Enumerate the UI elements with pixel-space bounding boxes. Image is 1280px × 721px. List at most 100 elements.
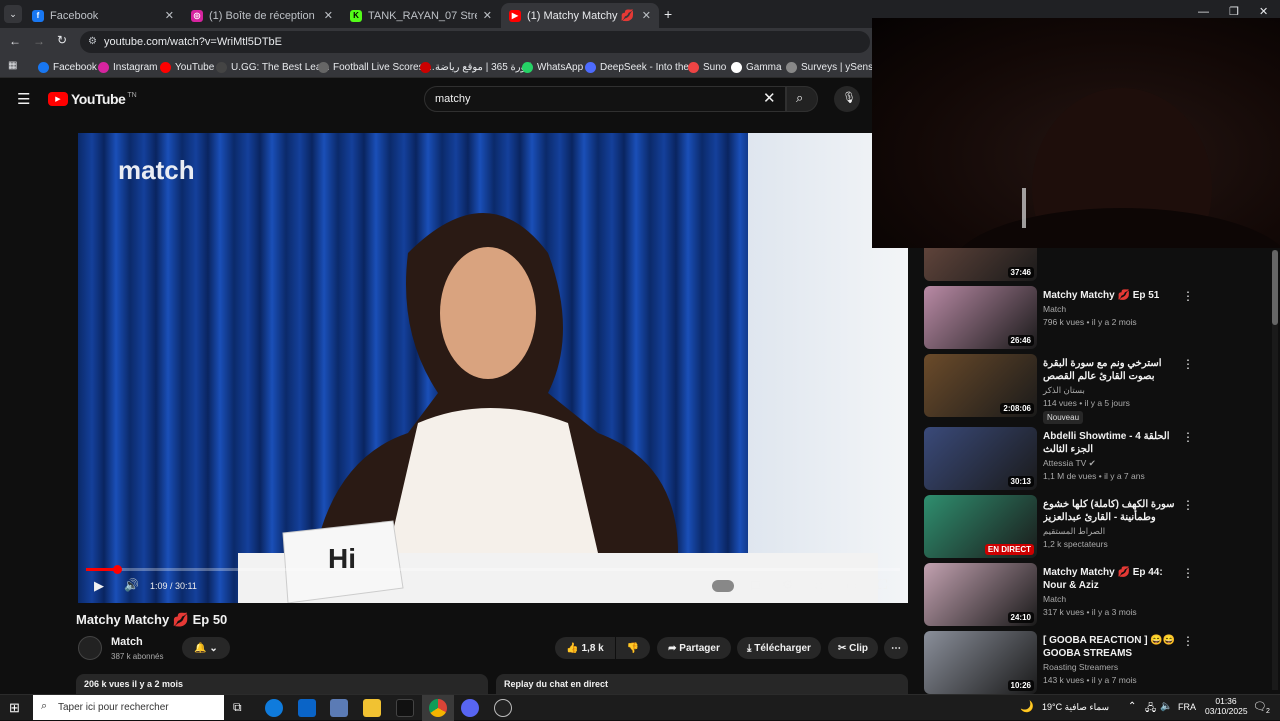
recommendation-item[interactable]: 24:10 Matchy Matchy 💋 Ep 44: Nour & Aziz M… — [924, 563, 1269, 629]
bookmark-facebook[interactable]: Facebook — [38, 59, 97, 75]
weather-text[interactable]: 19°C سماء صافية — [1042, 702, 1109, 713]
address-bar[interactable]: ⚙ youtube.com/watch?v=WriMtl5DTbE — [80, 31, 870, 53]
like-button[interactable]: 👍 1,8 k — [555, 637, 615, 659]
progress-scrubber[interactable] — [112, 565, 122, 574]
video-thumbnail[interactable]: 10:26 — [924, 631, 1037, 694]
more-options-icon[interactable]: ⋮ — [1182, 634, 1194, 648]
description-box[interactable]: 206 k vues il y a 2 mois — [76, 674, 488, 694]
recommendation-item[interactable]: 30:13 Abdelli Showtime - الحلقة 4 الجزء ا… — [924, 427, 1269, 493]
recommendation-channel[interactable]: Roasting Streamers — [1043, 661, 1118, 674]
chat-replay-box[interactable]: Replay du chat en direct — [496, 674, 908, 694]
more-options-icon[interactable]: ⋮ — [1182, 289, 1194, 303]
subscribe-bell-button[interactable]: 🔔 ⌄ — [182, 637, 230, 659]
bookmark-deepseek[interactable]: DeepSeek - Into the... — [585, 59, 697, 75]
chrome-taskbar-button[interactable] — [422, 695, 454, 721]
clip-button[interactable]: ✂ Clip — [828, 637, 878, 659]
tab-youtube-active[interactable]: ▶ (1) Matchy Matchy 💋 Ep 50 - ✕ — [501, 3, 659, 28]
speaker-icon[interactable]: 🔈 — [1160, 701, 1172, 712]
windows-start-icon[interactable]: ⊞ — [9, 700, 20, 716]
bookmark-suno[interactable]: Suno — [688, 59, 726, 75]
bookmark-whatsapp[interactable]: WhatsApp — [522, 59, 583, 75]
bookmark-ysense[interactable]: Surveys | ySense — [786, 59, 879, 75]
file-explorer-icon[interactable] — [363, 699, 381, 717]
download-button[interactable]: ⤓ Télécharger — [737, 637, 821, 659]
bookmark-football[interactable]: Football Live Scores,... — [318, 59, 435, 75]
tray-chevron-icon[interactable]: ⌃ — [1128, 701, 1136, 712]
maximize-button[interactable]: ❐ — [1229, 5, 1239, 18]
network-icon[interactable]: 🖧 — [1145, 701, 1156, 718]
recommendation-item[interactable]: EN DIRECT سورة الكهف (كاملة) كلها خشوع وط… — [924, 495, 1269, 561]
recommendation-title[interactable]: Matchy Matchy 💋 Ep 51 — [1043, 289, 1183, 302]
channel-avatar[interactable] — [78, 636, 102, 660]
menu-icon[interactable]: ☰ — [17, 90, 30, 108]
bookmark-youtube[interactable]: YouTube — [160, 59, 214, 75]
site-info-icon[interactable]: ⚙ — [88, 31, 97, 53]
steam-icon[interactable] — [494, 699, 512, 717]
volume-icon[interactable]: 🔊 — [124, 578, 139, 592]
miniplayer-icon[interactable]: ⧉ — [814, 578, 823, 593]
recommendation-title[interactable]: سورة الكهف (كاملة) كلها خشوع وطمأنينة - … — [1043, 498, 1183, 524]
more-options-icon[interactable]: ⋮ — [1182, 566, 1194, 580]
forward-button[interactable]: → — [33, 34, 45, 48]
recommendation-item[interactable]: 10:26 [ GOOBA REACTION ] 😄😄 GOOBA STREAMS… — [924, 631, 1269, 697]
bookmark-kooora[interactable]: كورة 365 | موقع رياضة — [420, 59, 531, 75]
more-actions-button[interactable]: ⋯ — [884, 637, 908, 659]
close-icon[interactable]: ✕ — [165, 9, 174, 22]
recommendation-channel[interactable]: الصراط المستقيم — [1043, 525, 1105, 538]
tab-facebook[interactable]: f Facebook ✕ — [24, 3, 182, 28]
notification-icon[interactable]: 🗨 — [1253, 700, 1267, 713]
recommendation-title[interactable]: استرخي ونم مع سورة البقرة بصوت القارئ عا… — [1043, 357, 1183, 383]
discord-icon[interactable] — [461, 699, 479, 717]
recommendation-title[interactable]: Abdelli Showtime - الحلقة 4 الجزء الثالث — [1043, 430, 1183, 456]
scrollbar-thumb[interactable] — [1272, 250, 1278, 325]
sidebar-scrollbar[interactable] — [1272, 250, 1278, 690]
theater-mode-icon[interactable]: ▭ — [846, 578, 857, 592]
computer-icon[interactable] — [330, 699, 348, 717]
new-tab-button[interactable]: + — [664, 6, 672, 22]
outlook-icon[interactable] — [298, 699, 316, 717]
close-icon[interactable]: ✕ — [642, 9, 651, 22]
apps-icon[interactable]: ▦ — [8, 60, 17, 71]
bookmark-ugg[interactable]: U.GG: The Best Lea... — [216, 59, 330, 75]
progress-bar[interactable] — [86, 568, 900, 571]
clock[interactable]: 01:36 03/10/2025 — [1205, 696, 1248, 716]
video-player[interactable]: match Hi — [78, 133, 908, 603]
video-thumbnail[interactable]: 30:13 — [924, 427, 1037, 490]
reload-button[interactable]: ↻ — [57, 33, 67, 47]
taskbar-search-input[interactable]: ⌕ Taper ici pour rechercher — [33, 695, 224, 720]
recommendation-item[interactable]: 2:08:06 استرخي ونم مع سورة البقرة بصوت ال… — [924, 354, 1269, 424]
autoplay-toggle[interactable] — [712, 580, 734, 592]
close-icon[interactable]: ✕ — [483, 9, 492, 22]
task-view-icon[interactable]: ⧉ — [233, 700, 242, 715]
recommendation-channel[interactable]: Attessia TV ✔ — [1043, 457, 1096, 470]
recommendation-channel[interactable]: بستان الذكر — [1043, 384, 1085, 397]
dislike-button[interactable]: 👎 — [616, 637, 650, 659]
voice-search-button[interactable]: 🎙 — [834, 86, 860, 112]
recommendation-item[interactable]: 26:46 Matchy Matchy 💋 Ep 51 Match 796 k vue… — [924, 286, 1269, 352]
more-options-icon[interactable]: ⋮ — [1182, 430, 1194, 444]
recommendation-channel[interactable]: Match — [1043, 593, 1066, 606]
video-thumbnail[interactable]: 24:10 — [924, 563, 1037, 626]
more-options-icon[interactable]: ⋮ — [1182, 357, 1194, 371]
youtube-logo[interactable]: ▶ YouTube TN — [48, 91, 137, 107]
subtitles-icon[interactable]: ▤ — [750, 578, 761, 592]
video-thumbnail[interactable]: 2:08:06 — [924, 354, 1037, 417]
search-button[interactable]: ⌕ — [786, 86, 818, 112]
fullscreen-icon[interactable]: ⛶ — [878, 577, 887, 593]
video-thumbnail[interactable]: EN DIRECT — [924, 495, 1037, 558]
back-button[interactable]: ← — [9, 34, 21, 48]
recommendation-title[interactable]: Matchy Matchy 💋 Ep 44: Nour & Aziz — [1043, 566, 1183, 592]
bookmark-instagram[interactable]: Instagram — [98, 59, 157, 75]
video-thumbnail[interactable]: 26:46 — [924, 286, 1037, 349]
tab-kick[interactable]: K TANK_RAYAN_07 Stream - Wat ✕ — [342, 3, 500, 28]
more-options-icon[interactable]: ⋮ — [1182, 498, 1194, 512]
minimize-button[interactable]: — — [1198, 6, 1209, 18]
search-input[interactable]: matchy ✕ — [424, 86, 786, 112]
tab-search-button[interactable]: ⌄ — [4, 5, 22, 23]
window-close-button[interactable]: ✕ — [1259, 5, 1268, 18]
tab-instagram[interactable]: ◎ (1) Boîte de réception • Direct ✕ — [183, 3, 341, 28]
language-indicator[interactable]: FRA — [1178, 702, 1196, 712]
tiktok-icon[interactable] — [396, 699, 414, 717]
clear-search-icon[interactable]: ✕ — [763, 87, 776, 111]
share-button[interactable]: ➦ Partager — [657, 637, 731, 659]
